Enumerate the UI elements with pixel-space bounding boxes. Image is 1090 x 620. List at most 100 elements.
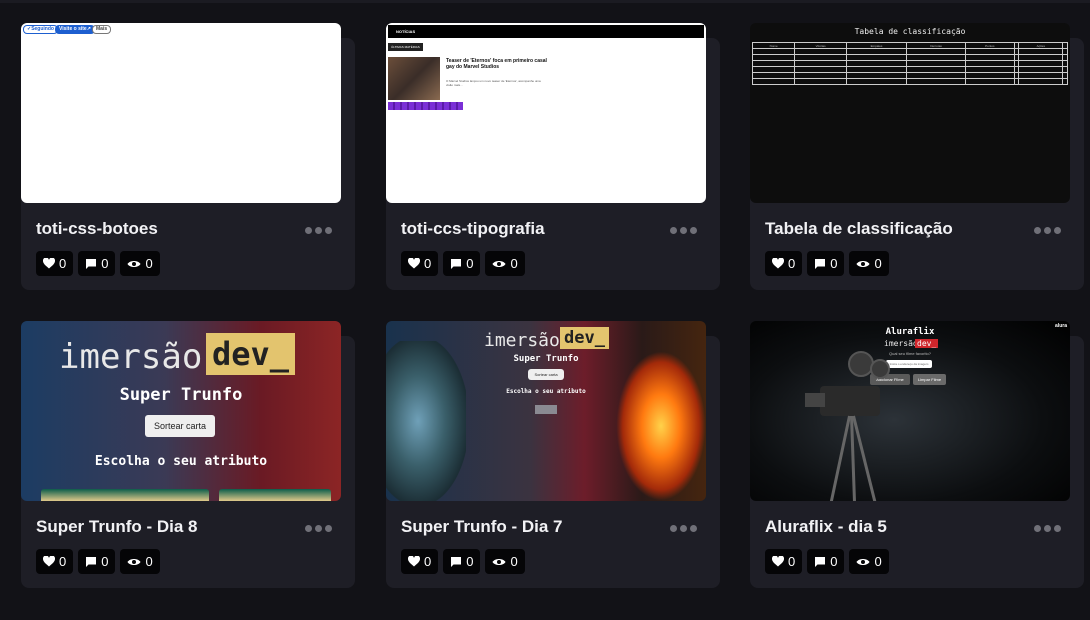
article-summary: O Marvel Studios lançou um novo teaser d… xyxy=(446,79,541,87)
like-button[interactable]: 0 xyxy=(765,251,803,276)
fire-art xyxy=(616,351,706,501)
view-count-badge: 0 xyxy=(849,549,889,574)
like-button[interactable]: 0 xyxy=(36,251,74,276)
project-card[interactable]: imersão dev_ Super Trunfo Sortear carta … xyxy=(386,321,720,588)
attribute-prompt: Escolha o seu atributo xyxy=(94,454,268,469)
project-title[interactable]: Super Trunfo - Dia 7 xyxy=(401,517,563,537)
comment-icon xyxy=(86,556,97,567)
more-dots-icon[interactable] xyxy=(305,525,332,532)
project-thumbnail[interactable]: ✓Seguindo Visite o site↗ Mais xyxy=(21,23,341,203)
eye-icon xyxy=(856,558,870,565)
attribute-prompt: Escolha o seu atributo xyxy=(506,388,586,395)
view-count: 0 xyxy=(145,256,153,271)
section-tag: ÚLTIMAS MATÉRIAS xyxy=(388,43,423,51)
view-count: 0 xyxy=(874,554,882,569)
project-thumbnail[interactable]: imersão dev_ Super Trunfo Sortear carta … xyxy=(21,321,341,501)
like-count: 0 xyxy=(59,256,67,271)
draw-card-button: Sortear carta xyxy=(145,415,215,437)
comment-button[interactable]: 0 xyxy=(807,251,845,276)
comment-count: 0 xyxy=(830,256,838,271)
like-count: 0 xyxy=(424,554,432,569)
like-button[interactable]: 0 xyxy=(765,549,803,574)
comment-count: 0 xyxy=(466,554,474,569)
logo-text: imersão xyxy=(884,339,918,348)
more-dots-icon[interactable] xyxy=(305,227,332,234)
project-card[interactable]: NOTÍCIAS ÚLTIMAS MATÉRIAS Teaser de 'Ete… xyxy=(386,23,720,290)
project-title[interactable]: toti-ccs-tipografia xyxy=(401,219,545,239)
heart-icon xyxy=(408,556,420,567)
view-count: 0 xyxy=(145,554,153,569)
logo-text: imersão xyxy=(484,330,560,351)
more-dots-icon[interactable] xyxy=(670,525,697,532)
project-thumbnail[interactable]: imersão dev_ Super Trunfo Sortear carta … xyxy=(386,321,706,501)
logo-text: imersão xyxy=(59,337,203,377)
comment-button[interactable]: 0 xyxy=(78,251,116,276)
following-pill: ✓Seguindo xyxy=(23,25,58,34)
more-pill: Mais xyxy=(92,25,112,34)
comment-icon xyxy=(86,258,97,269)
project-stats: 0 0 0 xyxy=(765,251,889,276)
view-count: 0 xyxy=(510,256,518,271)
logo-badge: dev_ xyxy=(206,333,296,375)
project-title[interactable]: Tabela de classificação xyxy=(765,219,953,239)
like-count: 0 xyxy=(788,554,796,569)
project-card[interactable]: Aluraflix imersão dev_ Qual seu filme fa… xyxy=(750,321,1084,588)
project-title[interactable]: Super Trunfo - Dia 8 xyxy=(36,517,198,537)
comment-count: 0 xyxy=(830,554,838,569)
eye-icon xyxy=(856,260,870,267)
comment-icon xyxy=(451,258,462,269)
more-dots-icon[interactable] xyxy=(1034,525,1061,532)
app-heading: Aluraflix xyxy=(885,327,935,337)
project-card[interactable]: ✓Seguindo Visite o site↗ Mais toti-css-b… xyxy=(21,23,355,290)
subtitle: Super Trunfo xyxy=(513,354,579,364)
standings-table: Nome Vitórias Empates Derrotas Pontos Açõe… xyxy=(751,42,1068,85)
eye-icon xyxy=(127,558,141,565)
comment-button[interactable]: 0 xyxy=(78,549,116,574)
logo-badge: dev_ xyxy=(915,339,939,348)
top-divider xyxy=(0,0,1090,3)
project-stats: 0 0 0 xyxy=(401,251,525,276)
comment-count: 0 xyxy=(101,554,109,569)
logo-badge: dev_ xyxy=(560,327,609,349)
project-title[interactable]: toti-css-botoes xyxy=(36,219,158,239)
view-count: 0 xyxy=(510,554,518,569)
project-thumbnail[interactable]: Tabela de classificação Nome Vitórias Emp… xyxy=(750,23,1070,203)
table-heading: Tabela de classificação xyxy=(854,27,966,36)
comment-button[interactable]: 0 xyxy=(443,251,481,276)
project-stats: 0 0 0 xyxy=(401,549,525,574)
project-stats: 0 0 0 xyxy=(765,549,889,574)
article-image xyxy=(388,57,440,100)
like-count: 0 xyxy=(424,256,432,271)
view-count-badge: 0 xyxy=(485,549,525,574)
decorative-strip xyxy=(388,102,463,110)
option-placeholder xyxy=(535,405,557,414)
comment-icon xyxy=(815,258,826,269)
comment-button[interactable]: 0 xyxy=(443,549,481,574)
view-count-badge: 0 xyxy=(485,251,525,276)
view-count-badge: 0 xyxy=(120,549,160,574)
creature-art xyxy=(386,341,466,501)
comment-icon xyxy=(451,556,462,567)
more-dots-icon[interactable] xyxy=(1034,227,1061,234)
project-thumbnail[interactable]: NOTÍCIAS ÚLTIMAS MATÉRIAS Teaser de 'Ete… xyxy=(386,23,706,203)
view-count-badge: 0 xyxy=(120,251,160,276)
project-stats: 0 0 0 xyxy=(36,251,160,276)
heart-icon xyxy=(772,258,784,269)
card-edge-right xyxy=(219,489,331,501)
project-title[interactable]: Aluraflix - dia 5 xyxy=(765,517,887,537)
project-card[interactable]: Tabela de classificação Nome Vitórias Emp… xyxy=(750,23,1084,290)
subtitle: Super Trunfo xyxy=(119,385,243,405)
like-button[interactable]: 0 xyxy=(401,251,439,276)
brand-corner: alura xyxy=(1055,323,1067,329)
project-thumbnail[interactable]: Aluraflix imersão dev_ Qual seu filme fa… xyxy=(750,321,1070,501)
article-headline: Teaser de 'Eternos' foca em primeiro cas… xyxy=(446,58,547,70)
like-button[interactable]: 0 xyxy=(36,549,74,574)
more-dots-icon[interactable] xyxy=(670,227,697,234)
view-count-badge: 0 xyxy=(849,251,889,276)
project-stats: 0 0 0 xyxy=(36,549,160,574)
like-button[interactable]: 0 xyxy=(401,549,439,574)
card-edge-left xyxy=(41,489,209,501)
project-card[interactable]: imersão dev_ Super Trunfo Sortear carta … xyxy=(21,321,355,588)
comment-button[interactable]: 0 xyxy=(807,549,845,574)
heart-icon xyxy=(43,258,55,269)
